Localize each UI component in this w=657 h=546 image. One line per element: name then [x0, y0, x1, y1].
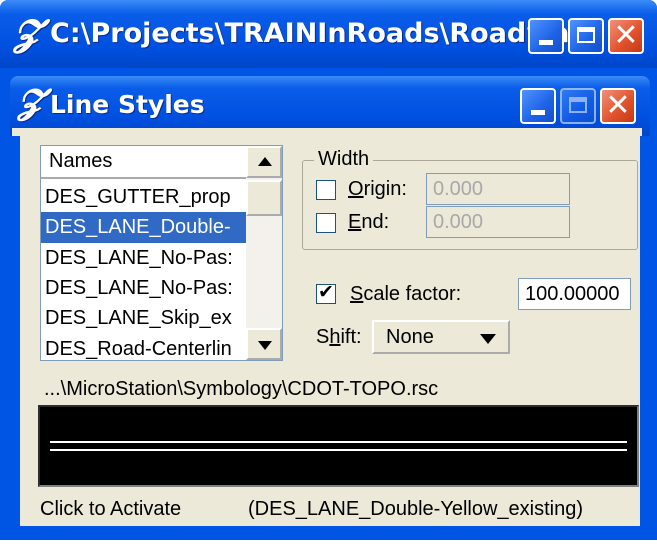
end-width-field[interactable]: 0.000	[426, 206, 570, 238]
chevron-down-icon	[480, 334, 496, 344]
close-icon: ✕	[613, 18, 639, 53]
end-checkbox[interactable]	[316, 213, 336, 233]
list-item[interactable]: DES_GUTTER_prop	[41, 182, 246, 213]
chevron-up-icon	[258, 157, 272, 166]
list-item[interactable]: DES_Road-Centerlin	[41, 334, 246, 365]
preview-line-top	[50, 441, 627, 443]
dialog-close-button[interactable]: ✕	[600, 88, 636, 124]
scroll-up-button[interactable]	[246, 146, 282, 178]
list-item[interactable]: DES_LANE_No-Pas:	[41, 273, 246, 304]
origin-width-field[interactable]: 0.000	[426, 173, 570, 205]
list-item[interactable]: DES_LANE_No-Pas:	[41, 243, 246, 274]
minimize-icon	[531, 110, 545, 115]
chevron-down-icon	[258, 341, 272, 350]
dialog-title: Line Styles	[50, 90, 205, 119]
maximize-icon	[577, 27, 595, 43]
scale-factor-checkbox[interactable]	[316, 281, 336, 304]
outer-window-title: C:\Projects\TRAINInRoads\Roadwa...	[50, 18, 601, 49]
outer-minimize-button[interactable]	[528, 18, 564, 54]
dialog-title-bar[interactable]: 𝓩 Line Styles ✕	[10, 76, 650, 136]
scroll-down-button[interactable]	[246, 328, 282, 360]
origin-checkbox[interactable]	[316, 180, 336, 200]
minimize-icon	[539, 40, 553, 45]
preview-line-bottom	[50, 449, 627, 451]
dialog-minimize-button[interactable]	[520, 88, 556, 124]
status-hint: Click to Activate	[40, 498, 182, 520]
maximize-icon	[569, 97, 587, 113]
resource-file-path: ...\MicroStation\Symbology\CDOT-TOPO.rsc	[44, 378, 439, 400]
list-item-selected[interactable]: DES_LANE_Double-	[41, 212, 246, 243]
scale-factor-label: Scale factor:	[350, 283, 462, 305]
dialog-maximize-button	[560, 88, 596, 124]
scroll-thumb[interactable]	[246, 180, 282, 216]
shift-selected-value: None	[386, 326, 434, 348]
microstation-icon: 𝓩	[18, 82, 43, 122]
outer-title-bar[interactable]: 𝓩 C:\Projects\TRAINInRoads\Roadwa... ✕	[0, 0, 657, 68]
list-header-label: Names	[49, 150, 113, 172]
microstation-icon: 𝓩	[14, 12, 40, 54]
line-style-preview[interactable]	[38, 405, 639, 487]
list-header-names[interactable]: Names	[40, 145, 246, 179]
shift-label: Shift:	[316, 326, 362, 348]
shift-dropdown[interactable]: None	[372, 320, 510, 354]
list-item[interactable]: DES_LANE_Skip_ex	[41, 303, 246, 334]
end-label: End:	[348, 211, 390, 233]
outer-close-button[interactable]: ✕	[608, 18, 644, 54]
origin-label: Origin:	[348, 178, 407, 200]
scale-factor-field[interactable]: 100.00000	[518, 278, 631, 310]
outer-maximize-button[interactable]	[568, 18, 604, 54]
close-icon: ✕	[605, 88, 631, 123]
active-style-status: (DES_LANE_Double-Yellow_existing)	[248, 498, 583, 520]
width-group-label: Width	[314, 148, 374, 171]
